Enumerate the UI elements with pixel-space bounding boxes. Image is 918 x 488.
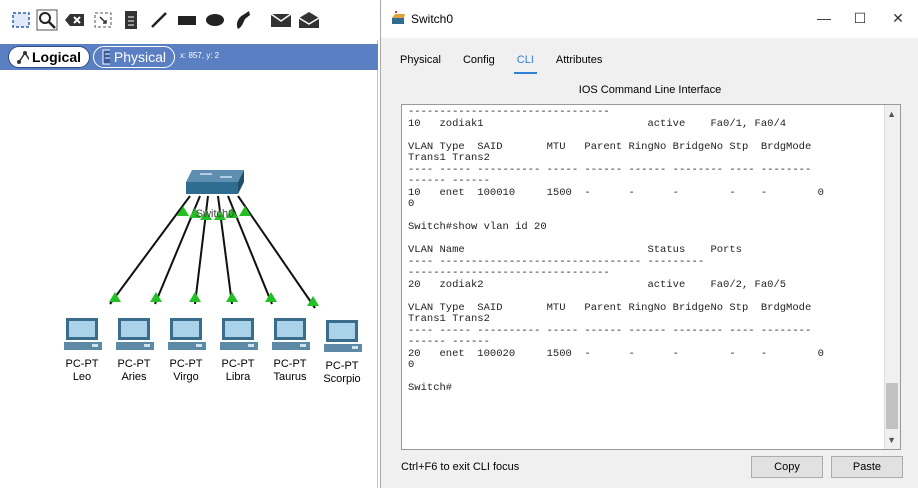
tab-config[interactable]: Config [452,50,506,72]
ellipse-icon[interactable] [202,8,228,32]
pc-type: PC-PT [221,358,255,370]
pc-icons[interactable] [64,318,362,352]
pc-icon-taurus [272,318,310,350]
delete-icon[interactable] [62,8,88,32]
scroll-thumb[interactable] [886,383,898,429]
terminal-scrollbar[interactable]: ▲ ▼ [884,105,900,449]
logical-view-tab[interactable]: Logical [8,46,90,68]
inspect-icon[interactable] [34,8,60,32]
physical-label: Physical [113,49,166,65]
logical-label: Logical [31,49,81,65]
pc-type: PC-PT [273,358,307,370]
cli-focus-hint: Ctrl+F6 to exit CLI focus [401,461,520,473]
resize-icon[interactable] [90,8,116,32]
link-status-indicators [109,206,319,306]
terminal-output[interactable]: -------------------------------- 10 zodi… [408,106,824,395]
pc-label-libra: PC-PT Libra [213,358,263,384]
status-up-icon [226,292,238,302]
note-icon[interactable] [118,8,144,32]
pc-name: Aries [121,371,147,383]
maximize-button[interactable]: ☐ [845,6,875,30]
status-up-icon [189,292,201,302]
mode-bar: Logical Physical x: 857, y: 2 [0,44,378,70]
pc-type: PC-PT [325,360,359,372]
toolbar [0,0,378,40]
pc-icon-virgo [168,318,206,350]
pc-label-aries: PC-PT Aries [109,358,159,384]
physical-icon [102,49,110,65]
cli-terminal[interactable]: -------------------------------- 10 zodi… [401,104,901,450]
pc-name: Leo [72,371,92,383]
freeform-icon[interactable] [230,8,256,32]
select-icon[interactable] [8,8,34,32]
tab-physical[interactable]: Physical [389,50,452,72]
topology-canvas[interactable]: Switch0 PC-PT Leo PC-PT Aries PC-PT Virg… [0,72,378,488]
logical-icon [17,51,29,64]
pc-name: Scorpio [323,373,361,385]
window-titlebar[interactable]: Switch0 — ☐ ✕ [381,0,918,38]
pc-label-scorpio: PC-PT Scorpio [317,360,367,386]
link-scorpio [237,195,316,309]
workspace-panel: Logical Physical x: 857, y: 2 Switch0 PC… [0,0,378,488]
pc-label-leo: PC-PT Leo [57,358,107,384]
line-icon[interactable] [146,8,172,32]
scroll-up-icon[interactable]: ▲ [887,109,896,119]
pc-icon-aries [116,318,154,350]
window-title: Switch0 [411,12,454,26]
scroll-down-icon[interactable]: ▼ [887,435,896,445]
switch-label: Switch0 [195,208,235,220]
tab-attributes[interactable]: Attributes [545,50,613,72]
pc-icon-libra [220,318,258,350]
complex-pdu-icon[interactable] [296,8,322,32]
tab-bar: Physical Config CLI Attributes [389,50,613,74]
cursor-coordinates: x: 857, y: 2 [180,51,220,60]
pc-type: PC-PT [117,358,151,370]
cli-title: IOS Command Line Interface [578,84,722,96]
physical-view-tab[interactable]: Physical [93,46,175,68]
minimize-button[interactable]: — [809,6,839,30]
close-button[interactable]: ✕ [883,6,913,30]
copy-button[interactable]: Copy [751,456,823,478]
pc-name: Libra [225,371,251,383]
pc-type: PC-PT [169,358,203,370]
paste-button[interactable]: Paste [831,456,903,478]
rectangle-icon[interactable] [174,8,200,32]
pc-icon-leo [64,318,102,350]
simple-pdu-icon[interactable] [268,8,294,32]
pc-type: PC-PT [65,358,99,370]
pc-label-virgo: PC-PT Virgo [161,358,211,384]
switch-config-window: Switch0 — ☐ ✕ Physical Config CLI Attrib… [380,0,918,488]
status-up-icon [109,292,121,302]
switch-icon[interactable] [186,170,244,194]
tab-cli[interactable]: CLI [506,50,545,74]
pc-icon-scorpio [324,320,362,352]
pc-name: Virgo [173,371,199,383]
switch-app-icon [392,11,405,24]
pc-name: Taurus [273,371,307,383]
pc-label-taurus: PC-PT Taurus [265,358,315,384]
